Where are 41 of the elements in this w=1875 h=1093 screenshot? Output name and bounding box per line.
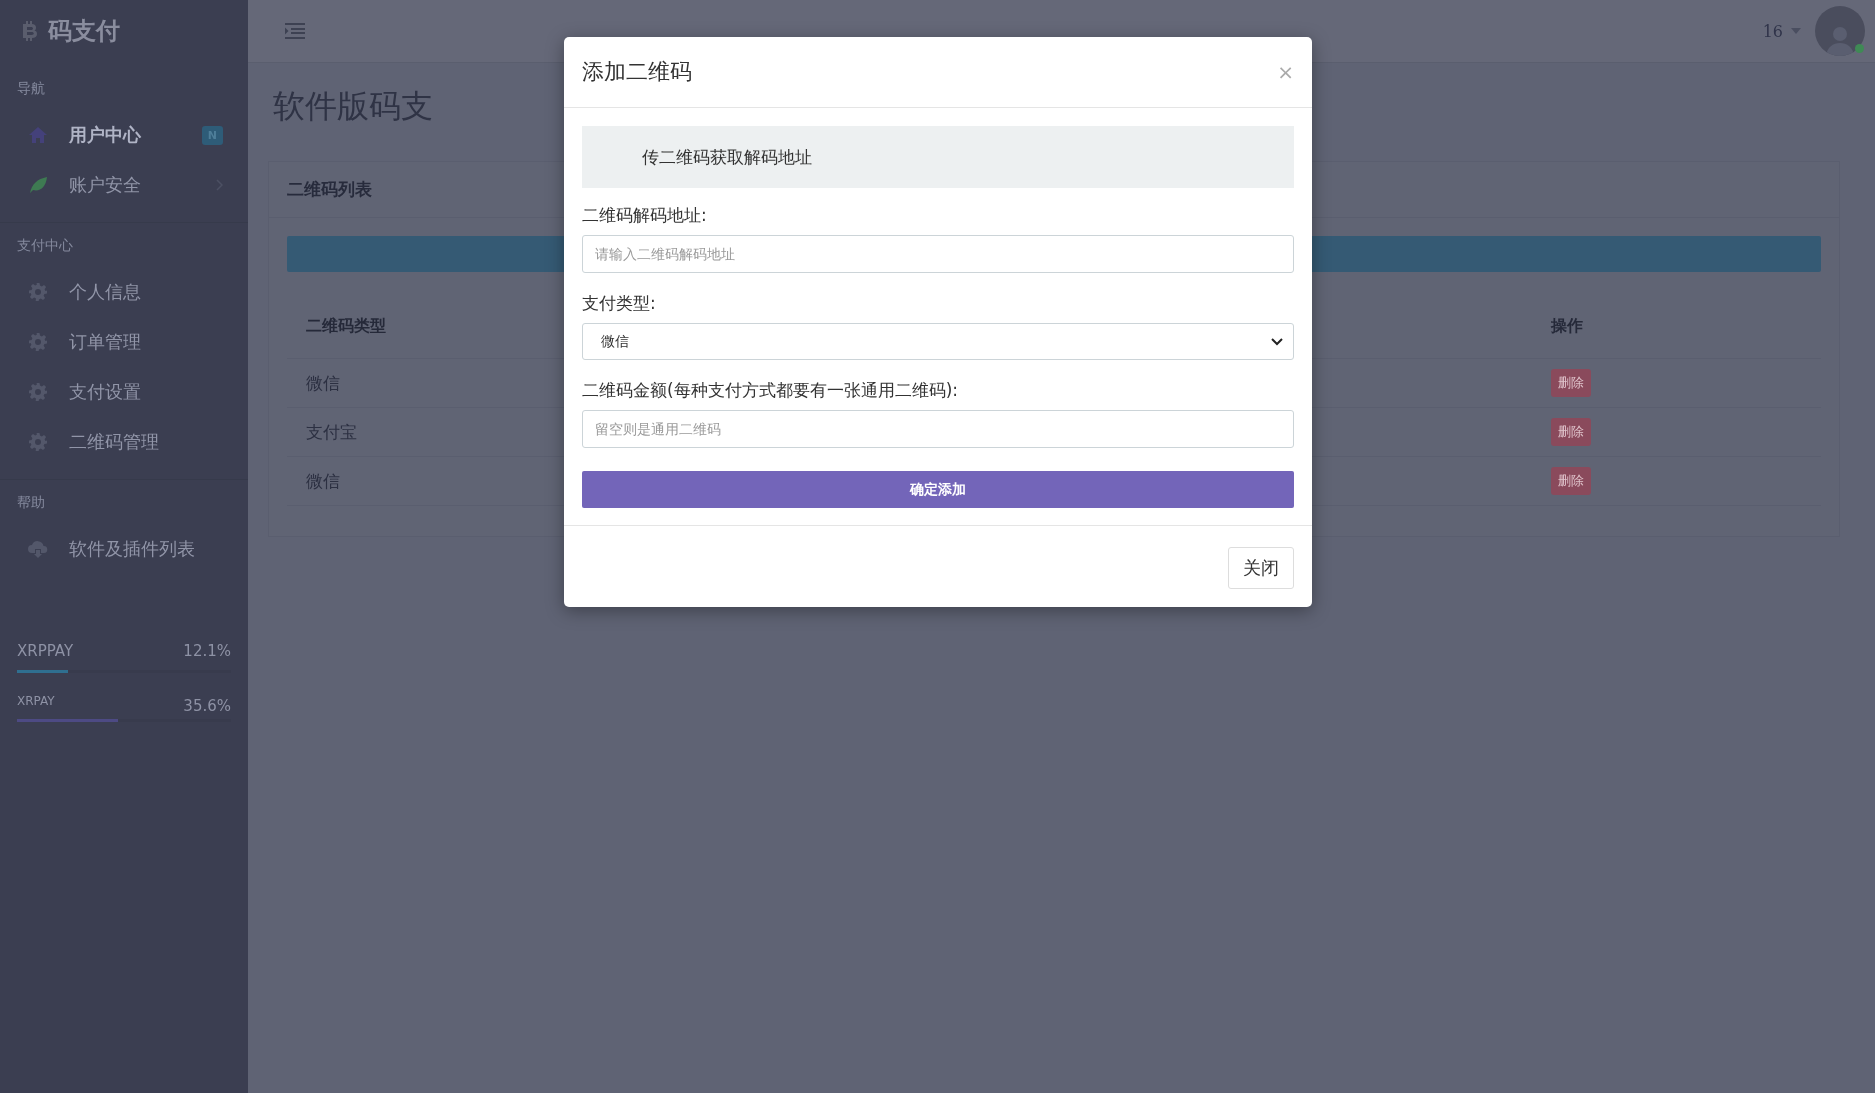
delete-button[interactable]: 删除 bbox=[1551, 369, 1591, 397]
sidebar-item[interactable]: 软件及插件列表 bbox=[0, 524, 248, 574]
sidebar-item[interactable]: 个人信息 bbox=[0, 267, 248, 317]
delete-button[interactable]: 删除 bbox=[1551, 467, 1591, 495]
section-heading: 导航 bbox=[16, 80, 46, 98]
sidebar-item[interactable]: 账户安全 bbox=[0, 160, 248, 210]
cloud-download-icon bbox=[27, 540, 49, 558]
chevron-down-icon bbox=[1271, 337, 1283, 346]
submit-button[interactable]: 确定添加 bbox=[582, 471, 1294, 508]
column-header: 操作 bbox=[1551, 315, 1583, 335]
gear-icon bbox=[27, 433, 49, 451]
meter-reading: 12.1% bbox=[183, 642, 231, 660]
close-button[interactable]: 关闭 bbox=[1228, 547, 1294, 589]
gear-icon bbox=[27, 333, 49, 351]
field-label: 二维码金额(每种支付方式都要有一张通用二维码): bbox=[582, 379, 959, 402]
delete-button[interactable]: 删除 bbox=[1551, 418, 1591, 446]
sidebar-item[interactable]: 支付设置 bbox=[0, 367, 248, 417]
alert-message: 传二维码获取解码地址 bbox=[582, 126, 1294, 188]
caret-icon bbox=[1791, 28, 1801, 34]
column-header: 二维码类型 bbox=[306, 315, 386, 335]
brand-name: 码支付 bbox=[48, 16, 120, 47]
input-field[interactable]: 留空则是通用二维码 bbox=[582, 410, 1294, 448]
meter-label: XRPAY bbox=[17, 694, 55, 708]
section-heading: 帮助 bbox=[16, 494, 46, 512]
dropdown[interactable]: 微信 bbox=[582, 323, 1294, 360]
leaf-icon bbox=[27, 176, 49, 194]
close-button[interactable]: × bbox=[1277, 60, 1294, 84]
gear-icon bbox=[27, 283, 49, 301]
menu-icon[interactable] bbox=[285, 23, 305, 39]
house-icon bbox=[27, 126, 49, 144]
meter-label: XRPPAY bbox=[17, 642, 74, 660]
gear-icon bbox=[27, 383, 49, 401]
dialog-title: 添加二维码 bbox=[582, 58, 692, 86]
meter-reading: 35.6% bbox=[183, 697, 231, 715]
input-field[interactable]: 请输入二维码解码地址 bbox=[582, 235, 1294, 273]
sidebar-item[interactable]: 订单管理 bbox=[0, 317, 248, 367]
bitcoin-icon bbox=[22, 20, 38, 42]
field-label: 支付类型: bbox=[582, 292, 657, 315]
avatar[interactable] bbox=[1815, 6, 1865, 56]
sidebar-item[interactable]: 二维码管理 bbox=[0, 417, 248, 467]
section-heading: 支付中心 bbox=[16, 237, 74, 255]
